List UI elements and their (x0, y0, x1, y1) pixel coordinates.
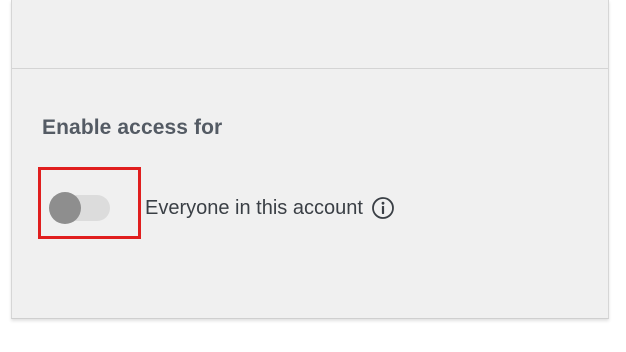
enable-access-heading: Enable access for (42, 116, 223, 139)
toggle-knob (49, 192, 81, 224)
info-icon[interactable] (371, 196, 395, 220)
everyone-access-toggle[interactable] (42, 192, 114, 224)
settings-card (11, 0, 609, 319)
everyone-access-row: Everyone in this account (42, 190, 395, 226)
everyone-access-label: Everyone in this account (145, 196, 363, 219)
card-top-section (12, 0, 608, 69)
page: Enable access for Everyone in this accou… (0, 0, 626, 352)
